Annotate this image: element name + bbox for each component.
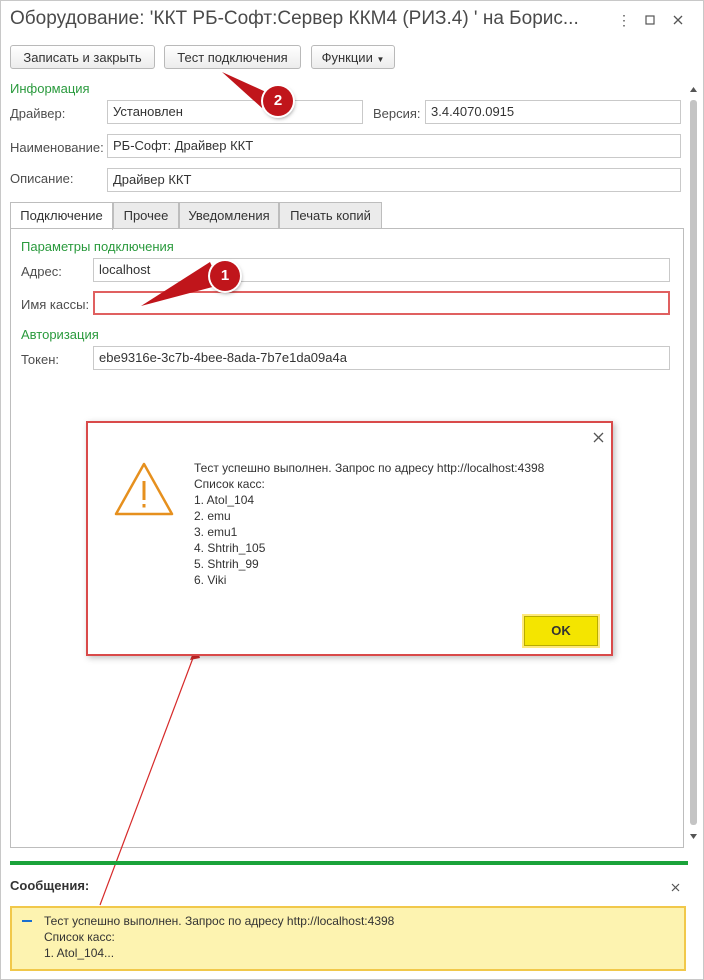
dialog-list-title: Список касс: [194, 477, 265, 491]
collapse-icon[interactable] [22, 920, 32, 922]
callout-badge-1: 1 [210, 261, 240, 291]
warning-icon [113, 461, 175, 520]
list-item: 4. Shtrih_105 [194, 541, 266, 555]
test-result-dialog: Тест успешно выполнен. Запрос по адресу … [86, 421, 613, 656]
message-text: Тест успешно выполнен. Запрос по адресу … [44, 913, 394, 961]
list-item: 1. Atol_104 [194, 493, 255, 507]
dialog-message: Тест успешно выполнен. Запрос по адресу … [194, 460, 544, 588]
list-item: 2. emu [194, 509, 231, 523]
dialog-close-icon[interactable] [593, 431, 604, 446]
callout-badge-2: 2 [263, 86, 293, 116]
message-line: Список касс: [44, 930, 115, 944]
dialog-line: Тест успешно выполнен. Запрос по адресу … [194, 461, 545, 475]
messages-divider [10, 861, 688, 865]
list-item: 5. Shtrih_99 [194, 557, 259, 571]
list-item: 3. emu1 [194, 525, 238, 539]
message-item[interactable]: Тест успешно выполнен. Запрос по адресу … [10, 906, 686, 971]
list-item: 6. Viki [194, 573, 227, 587]
message-line: Тест успешно выполнен. Запрос по адресу … [44, 914, 395, 928]
messages-close-icon[interactable] [671, 880, 680, 895]
messages-title: Сообщения: [10, 878, 90, 893]
ok-button[interactable]: OK [524, 616, 598, 646]
message-line: 1. Atol_104... [44, 946, 115, 960]
